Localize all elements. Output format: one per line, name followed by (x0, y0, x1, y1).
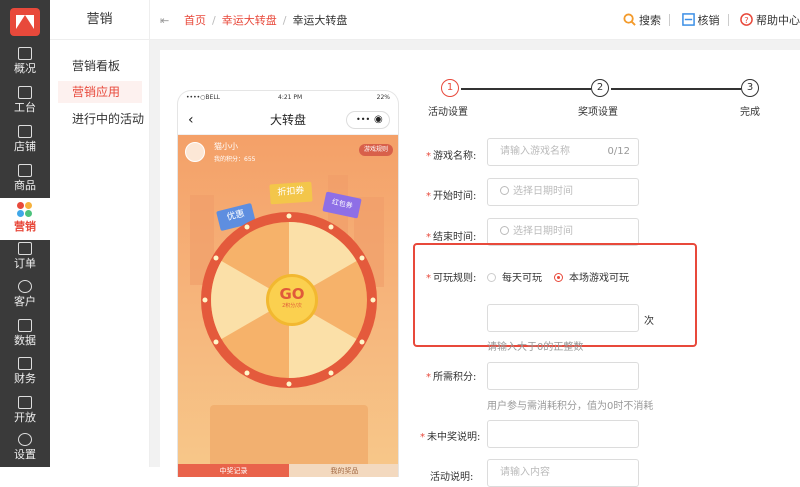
step-2-indicator: 2 (591, 79, 609, 97)
avatar (185, 142, 205, 162)
close-target-icon: ◉ (374, 114, 383, 125)
radio-icon (487, 273, 496, 282)
sidebar-item-overview[interactable]: 概况 (0, 44, 50, 82)
sidebar-item-data[interactable]: 数据 (0, 316, 50, 354)
sidebar-item-customers[interactable]: 客户 (0, 277, 50, 315)
end-time-label: * 结束时间: (426, 232, 477, 243)
monitor-icon (18, 86, 32, 99)
carrier-label: ••••○ BELL (186, 94, 220, 101)
activity-desc-label: 活动说明: (430, 472, 474, 483)
sidebar-item-open[interactable]: 开放 (0, 393, 50, 431)
spin-go-button[interactable]: GO 2积分/次 (266, 274, 318, 326)
step-1-indicator: 1 (441, 79, 459, 97)
char-counter: 0/12 (607, 146, 630, 157)
step-3-indicator: 3 (741, 79, 759, 97)
collapse-menu-icon[interactable]: ⇤ (160, 14, 169, 27)
back-icon[interactable]: ‹ (188, 105, 194, 135)
help-icon: ? (740, 13, 753, 26)
points-required-hint: 用户参与需消耗积分，值为0时不消耗 (487, 401, 654, 412)
app-logo[interactable] (10, 8, 40, 36)
sidebar-item-store[interactable]: 店铺 (0, 122, 50, 160)
step-connector (611, 88, 741, 90)
svg-text:?: ? (744, 15, 748, 25)
tab-win-records[interactable]: 中奖记录 (178, 464, 289, 477)
subnav-title: 营销 (50, 0, 149, 40)
breadcrumb: 首页 / 幸运大转盘 / 幸运大转盘 (184, 12, 347, 28)
no-win-desc-label: * 未中奖说明: (420, 432, 481, 443)
game-name-input[interactable]: 请输入游戏名称 0/12 (487, 138, 639, 166)
end-time-picker[interactable]: 选择日期时间 (487, 218, 639, 246)
breadcrumb-separator: / (282, 14, 287, 27)
verify-button[interactable]: 核销 (681, 12, 720, 28)
activity-settings-panel: ••••○ BELL 4:21 PM 22% ‹ 大转盘 ••• ◉ 猫小小 我… (160, 50, 800, 487)
search-button[interactable]: 搜索 (623, 12, 661, 28)
start-time-label: * 开始时间: (426, 191, 477, 202)
play-rule-label: * 可玩规则: (426, 273, 477, 284)
breadcrumb-wheel[interactable]: 幸运大转盘 (222, 14, 277, 27)
more-icon: ••• (356, 115, 371, 124)
code-icon (18, 396, 32, 409)
sidebar-item-marketing[interactable]: 营销 (0, 198, 50, 240)
breadcrumb-current: 幸运大转盘 (292, 14, 348, 27)
play-count-hint: 请输入大于0的正整数 (487, 342, 584, 353)
top-header: ⇤ 首页 / 幸运大转盘 / 幸运大转盘 搜索 核销 ? 帮助中心 (150, 0, 800, 40)
user-icon (18, 280, 32, 293)
main-sidebar: 概况 工台 店铺 商品 营销 订单 客户 数据 财务 开放 设置 (0, 0, 50, 467)
sidebar-item-settings[interactable]: 设置 (0, 430, 50, 468)
sidebar-item-finance[interactable]: 财务 (0, 354, 50, 392)
marketing-icon (17, 202, 33, 218)
game-rules-button[interactable]: 游戏规则 (358, 144, 393, 156)
points-required-input[interactable] (487, 362, 639, 390)
sidebar-item-products[interactable]: 商品 (0, 161, 50, 199)
no-win-desc-input[interactable] (487, 420, 639, 448)
phone-navbar: ‹ 大转盘 ••• ◉ (178, 105, 398, 135)
sidebar-item-orders[interactable]: 订单 (0, 239, 50, 277)
order-icon (18, 242, 32, 255)
breadcrumb-home[interactable]: 首页 (184, 14, 206, 27)
content-area: ••••○ BELL 4:21 PM 22% ‹ 大转盘 ••• ◉ 猫小小 我… (150, 40, 800, 487)
phone-status-bar: ••••○ BELL 4:21 PM 22% (178, 91, 398, 105)
activity-desc-input[interactable]: 请输入内容 (487, 459, 639, 487)
tab-my-prizes[interactable]: 我的奖品 (289, 464, 398, 477)
dashboard-icon (18, 47, 32, 60)
play-count-input[interactable] (487, 304, 639, 332)
chart-icon (18, 319, 32, 332)
clock-label: 4:21 PM (278, 94, 303, 101)
store-icon (18, 125, 32, 138)
bag-icon (18, 164, 32, 177)
radio-checked-icon (554, 273, 563, 282)
clock-icon (500, 186, 509, 195)
phone-preview: ••••○ BELL 4:21 PM 22% ‹ 大转盘 ••• ◉ 猫小小 我… (177, 90, 399, 477)
search-icon (623, 13, 636, 26)
wheel-stand (210, 405, 368, 465)
radio-daily[interactable]: 每天可玩 (487, 269, 542, 284)
subnav-item-apps[interactable]: 营销应用 (58, 81, 142, 103)
radio-per-game[interactable]: 本场游戏可玩 (554, 269, 629, 284)
step-2-label: 奖项设置 (578, 107, 618, 118)
step-3-label: 完成 (740, 107, 760, 118)
breadcrumb-separator: / (212, 14, 216, 27)
finance-icon (18, 357, 32, 370)
scan-icon (681, 13, 695, 26)
wheel-game-screen: 猫小小 我的积分：655 游戏规则 优惠 折扣券 红包券 GO 2积分/次 中奖… (178, 135, 398, 477)
user-points: 我的积分：655 (214, 156, 256, 163)
step-connector (461, 88, 591, 90)
points-required-label: * 所需积分: (426, 372, 477, 383)
gear-icon (18, 433, 32, 446)
discount-ticket: 折扣券 (269, 181, 313, 205)
start-time-picker[interactable]: 选择日期时间 (487, 178, 639, 206)
user-name: 猫小小 (214, 142, 238, 151)
step-1-label: 活动设置 (428, 107, 468, 118)
game-name-label: * 游戏名称: (426, 151, 477, 162)
sidebar-item-workbench[interactable]: 工台 (0, 83, 50, 121)
battery-label: 22% (376, 94, 390, 101)
phone-tabbar: 中奖记录 我的奖品 (178, 464, 398, 477)
phone-page-title: 大转盘 (269, 113, 306, 127)
play-count-unit: 次 (644, 316, 654, 327)
sub-navigation: 营销 营销看板 营销应用 进行中的活动 (50, 0, 150, 467)
clock-icon (500, 226, 509, 235)
help-center-button[interactable]: ? 帮助中心 (740, 12, 800, 28)
header-actions: 搜索 核销 ? 帮助中心 (615, 12, 800, 28)
miniapp-capsule[interactable]: ••• ◉ (346, 111, 390, 129)
